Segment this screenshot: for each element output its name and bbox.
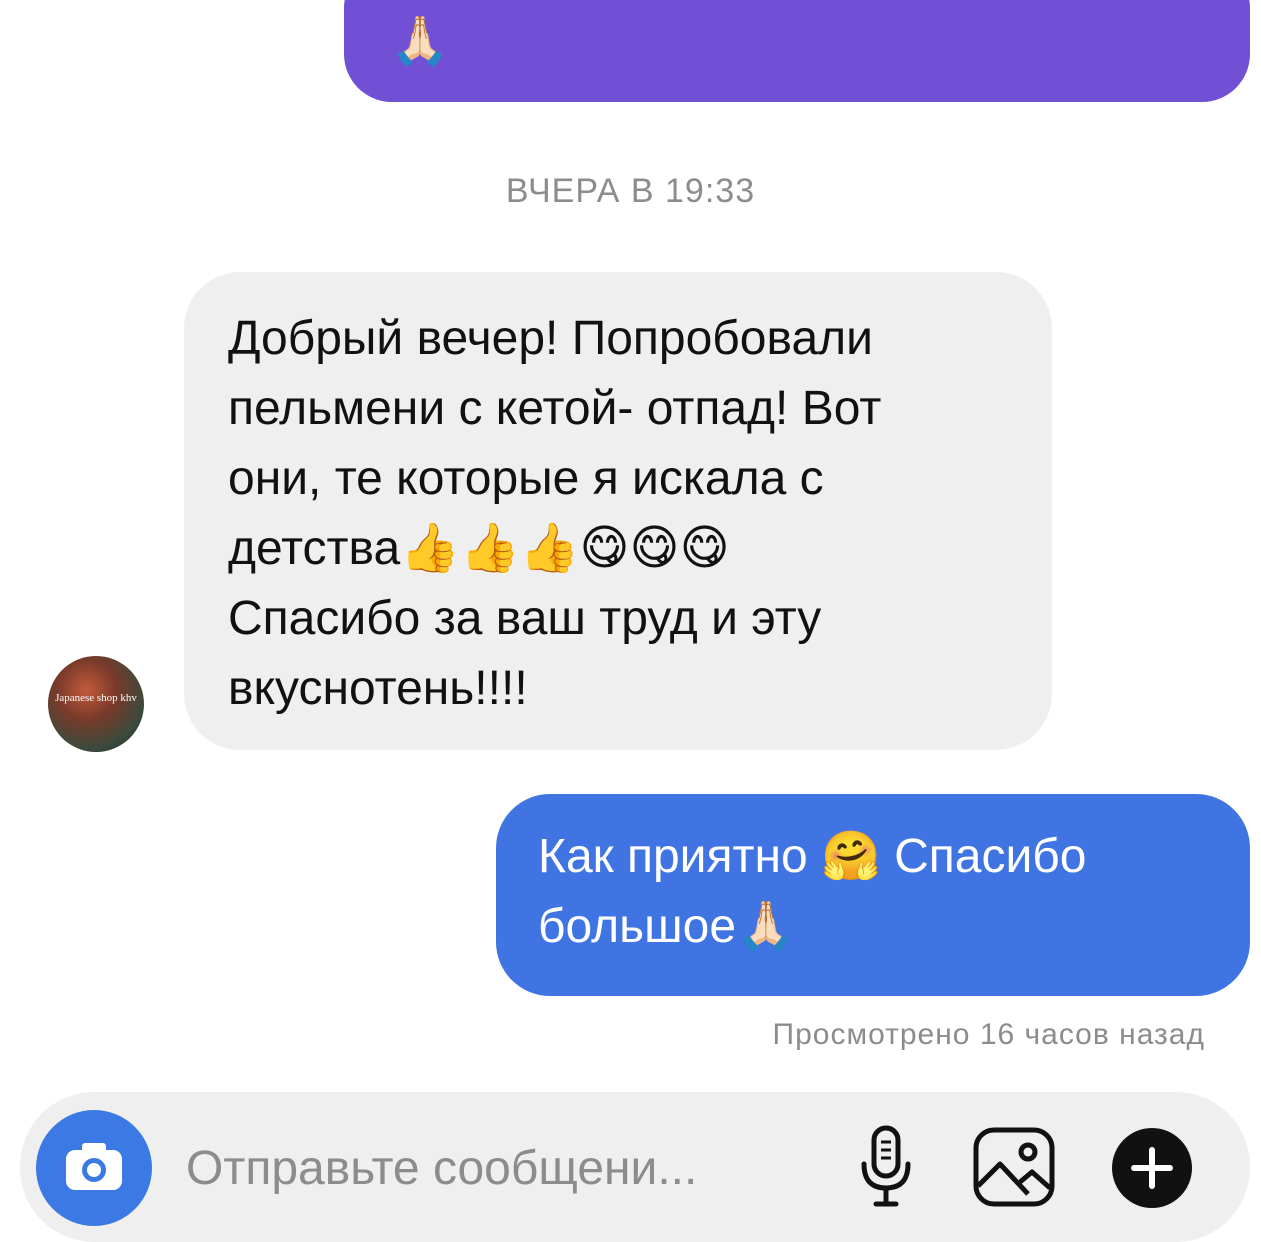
microphone-button[interactable]: [850, 1124, 922, 1210]
message-line: Добрый вечер! Попробовали: [228, 312, 873, 365]
message-composer: [20, 1092, 1250, 1242]
sent-message-bubble[interactable]: Как приятно 🤗 Спасибо большое🙏🏻: [496, 794, 1250, 996]
message-line: детства👍👍👍😋😋😋: [228, 522, 730, 575]
camera-icon: [66, 1143, 122, 1190]
add-button[interactable]: [1110, 1126, 1194, 1210]
microphone-icon: [861, 1125, 911, 1207]
gallery-button[interactable]: [970, 1124, 1058, 1210]
sent-message-bubble-previous[interactable]: 🙏🏻: [344, 0, 1250, 102]
avatar[interactable]: Japanese shop khv: [48, 656, 144, 752]
message-line: они, те которые я искала с: [228, 452, 824, 505]
avatar-label: Japanese shop khv: [55, 692, 137, 704]
message-line: большое🙏🏻: [538, 900, 796, 953]
received-message-bubble[interactable]: Добрый вечер! Попробовали пельмени с кет…: [184, 272, 1052, 750]
plus-icon: [1112, 1128, 1192, 1208]
seen-status: Просмотрено 16 часов назад: [772, 1018, 1205, 1051]
message-line: Как приятно 🤗 Спасибо: [538, 830, 1087, 883]
message-line: пельмени с кетой- отпад! Вот: [228, 382, 882, 435]
message-line: вкуснотень!!!!: [228, 662, 528, 715]
message-text: 🙏🏻: [390, 15, 450, 68]
gallery-icon: [973, 1127, 1055, 1207]
message-timestamp: ВЧЕРА В 19:33: [505, 172, 756, 210]
message-input[interactable]: [186, 1136, 806, 1200]
message-line: Спасибо за ваш труд и эту: [228, 592, 822, 645]
camera-button[interactable]: [36, 1110, 152, 1226]
